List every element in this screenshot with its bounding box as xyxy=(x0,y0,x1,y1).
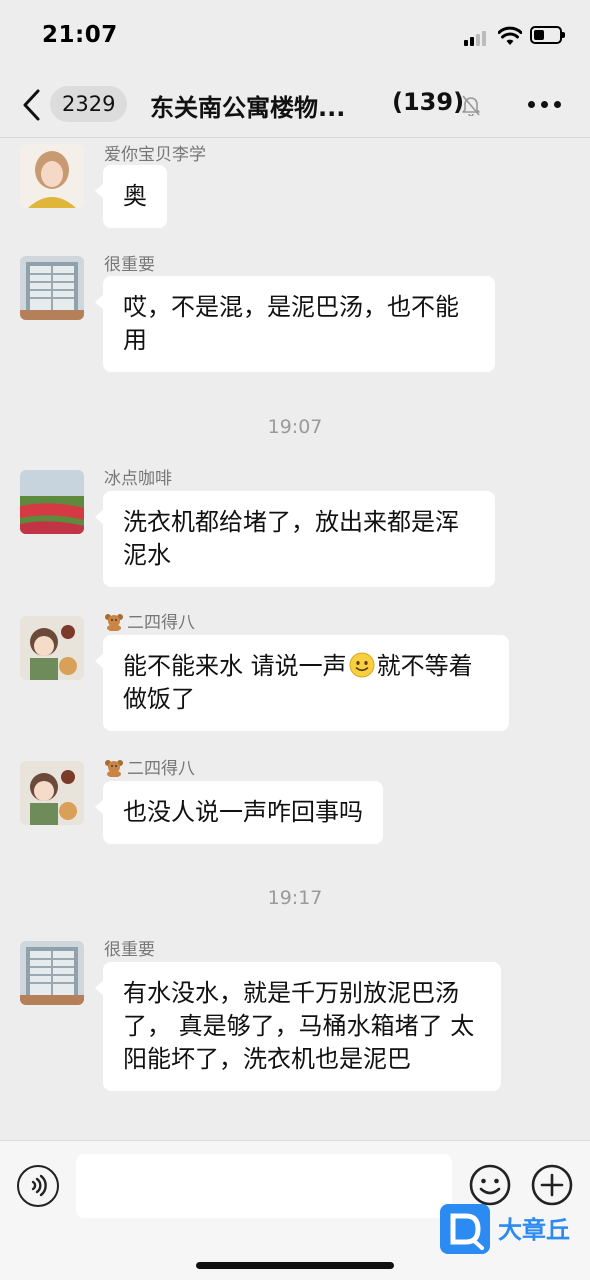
signal-icon xyxy=(464,30,492,46)
sender-name: 冰点咖啡 xyxy=(104,469,172,489)
status-bar: 21:07 xyxy=(0,0,590,70)
message-bubble[interactable]: 哎，不是混，是泥巴汤，也不能用 xyxy=(95,276,495,372)
sender-name: 很重要 xyxy=(104,940,155,960)
avatar-cartoon[interactable] xyxy=(20,616,84,680)
sender-name-text: 二四得八 xyxy=(127,759,195,779)
member-count: (139) xyxy=(392,88,465,116)
message-input[interactable] xyxy=(76,1154,452,1218)
watermark: 大章丘 xyxy=(440,1204,590,1256)
avatar-cartoon[interactable] xyxy=(20,761,84,825)
watermark-logo-icon xyxy=(440,1204,490,1254)
message-bubble[interactable]: 能不能来水 请说一声 就不等着做饭了 xyxy=(95,635,509,731)
home-indicator xyxy=(196,1262,394,1269)
wifi-icon xyxy=(498,26,522,45)
sender-name: 二四得八 xyxy=(104,608,195,633)
avatar-window[interactable] xyxy=(20,256,84,320)
avatar-girl[interactable] xyxy=(20,144,84,208)
timestamp: 19:07 xyxy=(267,416,323,438)
emoji-icon[interactable] xyxy=(468,1163,512,1207)
add-icon[interactable] xyxy=(530,1163,574,1207)
smiley-icon xyxy=(349,652,375,678)
battery-icon xyxy=(530,26,565,44)
back-icon[interactable] xyxy=(20,88,44,122)
watermark-text: 大章丘 xyxy=(498,1216,570,1244)
mute-bell-icon xyxy=(462,95,480,116)
sender-name: 很重要 xyxy=(104,255,155,275)
voice-icon[interactable] xyxy=(17,1165,59,1207)
bear-icon xyxy=(105,614,123,631)
message-text: 能不能来水 请说一声 xyxy=(123,652,347,680)
message-bubble[interactable]: 有水没水，就是千万别放泥巴汤了， 真是够了，马桶水箱堵了 太阳能坏了，洗衣机也是… xyxy=(95,962,501,1091)
avatar-window[interactable] xyxy=(20,941,84,1005)
message-bubble[interactable]: 也没人说一声咋回事吗 xyxy=(95,781,383,844)
sender-name: 爱你宝贝李学 xyxy=(104,145,206,165)
sender-name-text: 二四得八 xyxy=(127,613,195,633)
avatar-flowerfield[interactable] xyxy=(20,470,84,534)
unread-count-badge[interactable]: 2329 xyxy=(50,86,128,122)
bear-icon xyxy=(105,760,123,777)
status-time: 21:07 xyxy=(42,22,118,48)
chat-title: 东关南公寓楼物... xyxy=(150,94,346,122)
timestamp: 19:17 xyxy=(267,887,323,909)
header-divider xyxy=(0,137,590,138)
message-bubble[interactable]: 洗衣机都给堵了，放出来都是浑泥水 xyxy=(95,491,495,587)
chat-header: 2329 东关南公寓楼物... (139) xyxy=(0,70,590,140)
sender-name: 二四得八 xyxy=(104,754,195,779)
message-bubble[interactable]: 奥 xyxy=(95,165,167,228)
more-options-icon[interactable] xyxy=(528,100,562,110)
